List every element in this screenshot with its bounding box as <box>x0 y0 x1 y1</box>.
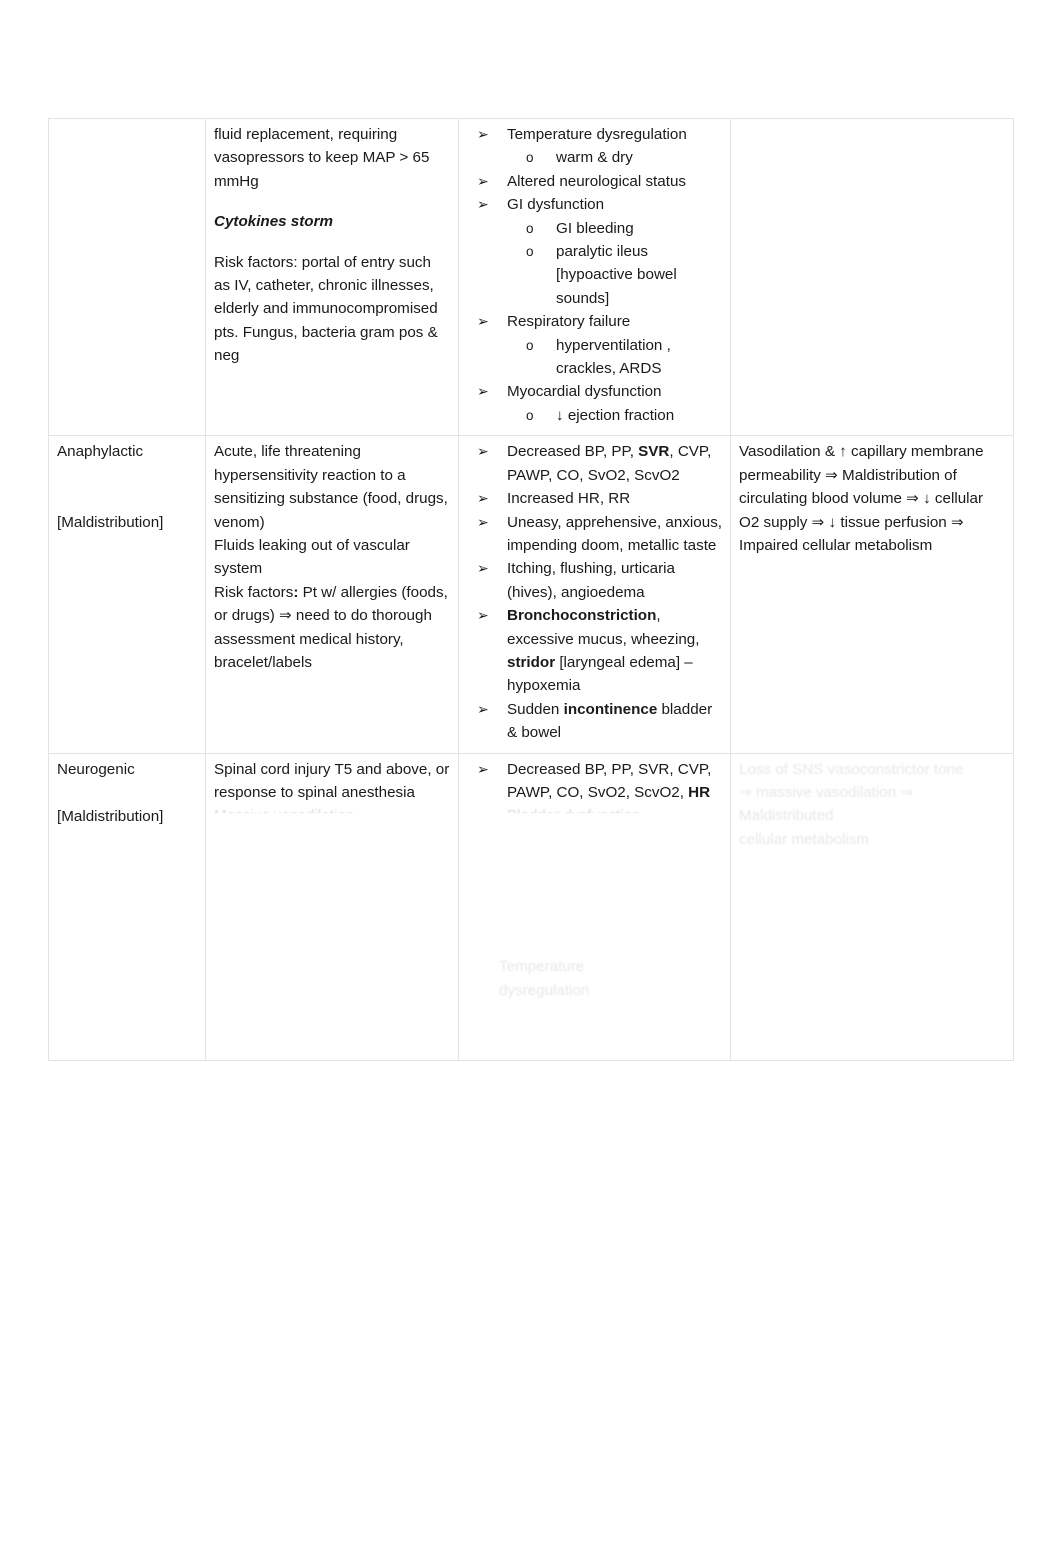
list-item-label: Myocardial dysfunction <box>507 383 662 401</box>
shock-comparison-table: fluid replacement, requiring vasopressor… <box>48 117 1014 1061</box>
row3-manifest-cutoff-line: Bladder dysfunction <box>507 804 722 813</box>
arrow-bullet-icon: ➢ <box>477 490 489 507</box>
row2-pathophysiology-cell: Vasodilation & ↑ capillary membrane perm… <box>730 435 1014 754</box>
row1-sublist-3: o hyperventilation , crackles, ARDS <box>507 334 722 381</box>
row1-desc-para-3: Risk factors: portal of entry such as IV… <box>214 253 438 365</box>
list-item-label: Decreased BP, PP, SVR, CVP, PAWP, CO, Sv… <box>507 443 712 484</box>
arrow-bullet-icon: ➢ <box>477 383 489 400</box>
list-item-label: Bronchoconstriction, excessive mucus, wh… <box>507 607 700 695</box>
row1-pathophysiology-cell <box>730 117 1014 437</box>
document-page: fluid replacement, requiring vasopressor… <box>0 0 1062 1556</box>
list-item-label: Itching, flushing, urticaria (hives), an… <box>507 560 675 601</box>
list-item: ➢ Decreased BP, PP, SVR, CVP, PAWP, CO, … <box>467 440 722 487</box>
list-item-label: Decreased BP, PP, SVR, CVP, PAWP, CO, Sv… <box>507 760 712 801</box>
list-item-label: Temperature dysregulation <box>507 126 687 143</box>
row3-faint-line-1: Temperature <box>499 958 585 976</box>
table-row: Anaphylactic [Maldistribution] Acute, li… <box>48 435 1014 754</box>
list-item: o GI bleeding <box>507 217 722 240</box>
shock-type-subtitle: [Maldistribution] <box>57 807 164 825</box>
arrow-bullet-icon: ➢ <box>477 126 489 142</box>
arrow-bullet-icon: ➢ <box>477 700 489 717</box>
list-item-label: paralytic ileus [hypoactive bowel sounds… <box>556 243 677 307</box>
list-item: ➢ Myocardial dysfunction o ↓ ejection fr… <box>467 380 722 427</box>
circle-bullet-icon: o <box>526 337 534 353</box>
shock-type-title: Anaphylactic <box>57 443 144 461</box>
list-item-label: Uneasy, apprehensive, anxious, impending… <box>507 513 723 554</box>
row2-manifestations-cell: ➢ Decreased BP, PP, SVR, CVP, PAWP, CO, … <box>458 435 731 754</box>
list-item: ➢ Itching, flushing, urticaria (hives), … <box>467 557 722 604</box>
row3-patho-faint-line-2: ⇒ massive vasodilation ⇒ Maldistributed <box>739 783 914 825</box>
row2-desc-para-1: Acute, life threatening hypersensitivity… <box>214 443 448 531</box>
list-item: ➢ Sudden incontinence bladder & bowel <box>467 698 722 745</box>
arrow-bullet-icon: ➢ <box>477 607 489 624</box>
list-item: o hyperventilation , crackles, ARDS <box>507 334 722 381</box>
row2-description-cell: Acute, life threatening hypersensitivity… <box>205 435 459 754</box>
list-item: ➢ GI dysfunction o GI bleeding o paralyt… <box>467 193 722 310</box>
arrow-bullet-icon: ➢ <box>477 196 489 213</box>
circle-bullet-icon: o <box>526 150 534 166</box>
list-item: o warm & dry <box>507 146 722 169</box>
row1-sublist-4: o ↓ ejection fraction <box>507 404 722 427</box>
row3-type-cell: Neurogenic [Maldistribution] <box>48 752 206 1061</box>
arrow-bullet-icon: ➢ <box>477 560 489 577</box>
row3-desc-cutoff-line: Massive vasodilation <box>214 804 450 813</box>
list-item: ➢ Decreased BP, PP, SVR, CVP, PAWP, CO, … <box>467 758 722 805</box>
list-item: o paralytic ileus [hypoactive bowel soun… <box>507 240 722 310</box>
row1-bullet-list: ➢ Temperature dysregulation o warm & dry <box>467 123 722 427</box>
arrow-bullet-icon: ➢ <box>477 760 489 777</box>
list-item-label: Sudden incontinence bladder & bowel <box>507 700 713 742</box>
arrow-bullet-icon: ➢ <box>477 443 489 460</box>
list-item-label: ↓ ejection fraction <box>556 406 675 424</box>
list-item-label: GI dysfunction <box>507 196 605 214</box>
row1-manifestations-cell: ➢ Temperature dysregulation o warm & dry <box>458 117 731 437</box>
row3-description-cell: Spinal cord injury T5 and above, or resp… <box>205 752 459 1061</box>
row2-desc-para-2: Fluids leaking out of vascular system <box>214 536 410 578</box>
row3-patho-faint-line-3: cellular metabolism <box>739 830 869 848</box>
row2-type-cell: Anaphylactic [Maldistribution] <box>48 435 206 754</box>
list-item: ➢ Altered neurological status <box>467 170 722 193</box>
row3-manifestations-cell: ➢ Decreased BP, PP, SVR, CVP, PAWP, CO, … <box>458 752 731 1061</box>
row1-description-cell: fluid replacement, requiring vasopressor… <box>205 117 459 437</box>
list-item-label: Respiratory failure <box>507 313 631 331</box>
list-item-label: GI bleeding <box>556 219 634 237</box>
list-item: ➢ Temperature dysregulation o warm & dry <box>467 123 722 170</box>
arrow-bullet-icon: ➢ <box>477 313 489 330</box>
row1-sublist-1: o warm & dry <box>507 146 722 169</box>
list-item: ➢ Uneasy, apprehensive, anxious, impendi… <box>467 511 722 558</box>
circle-bullet-icon: o <box>526 220 534 236</box>
list-item-label: Altered neurological status <box>507 172 686 190</box>
row1-desc-para-2: Cytokines storm <box>214 213 334 231</box>
row2-bullet-list: ➢ Decreased BP, PP, SVR, CVP, PAWP, CO, … <box>467 440 722 744</box>
list-item: ➢ Increased HR, RR <box>467 487 722 510</box>
arrow-bullet-icon: ➢ <box>477 172 489 189</box>
list-item: o ↓ ejection fraction <box>507 404 722 427</box>
shock-type-title: Neurogenic <box>57 760 135 778</box>
circle-bullet-icon: o <box>526 244 534 260</box>
table-row: Neurogenic [Maldistribution] Spinal cord… <box>48 752 1014 1061</box>
row3-patho-faint-line-1: Loss of SNS vasoconstrictor tone <box>739 760 964 778</box>
shock-type-subtitle: [Maldistribution] <box>57 513 164 531</box>
row2-patho-para: Vasodilation & ↑ capillary membrane perm… <box>739 443 984 554</box>
row1-sublist-2: o GI bleeding o paralytic ileus [hypoact… <box>507 217 722 311</box>
row1-type-cell <box>48 117 206 437</box>
table-row: fluid replacement, requiring vasopressor… <box>48 117 1014 437</box>
row3-pathophysiology-cell: Loss of SNS vasoconstrictor tone ⇒ massi… <box>730 752 1014 1061</box>
list-item-label: Increased HR, RR <box>507 490 631 508</box>
row3-desc-para-1: Spinal cord injury T5 and above, or resp… <box>214 760 450 801</box>
row2-desc-para-3: Risk factors: Pt w/ allergies (foods, or… <box>214 583 448 671</box>
row1-desc-para-1: fluid replacement, requiring vasopressor… <box>214 126 430 190</box>
row3-bullet-list: ➢ Decreased BP, PP, SVR, CVP, PAWP, CO, … <box>467 758 722 805</box>
list-item-label: warm & dry <box>556 149 633 167</box>
list-item: ➢ Bronchoconstriction, excessive mucus, … <box>467 604 722 698</box>
row3-faint-line-2: dysregulation <box>499 981 590 999</box>
circle-bullet-icon: o <box>526 407 534 423</box>
list-item: ➢ Respiratory failure o hyperventilation… <box>467 310 722 380</box>
list-item-label: hyperventilation , crackles, ARDS <box>556 336 671 378</box>
arrow-bullet-icon: ➢ <box>477 513 489 530</box>
